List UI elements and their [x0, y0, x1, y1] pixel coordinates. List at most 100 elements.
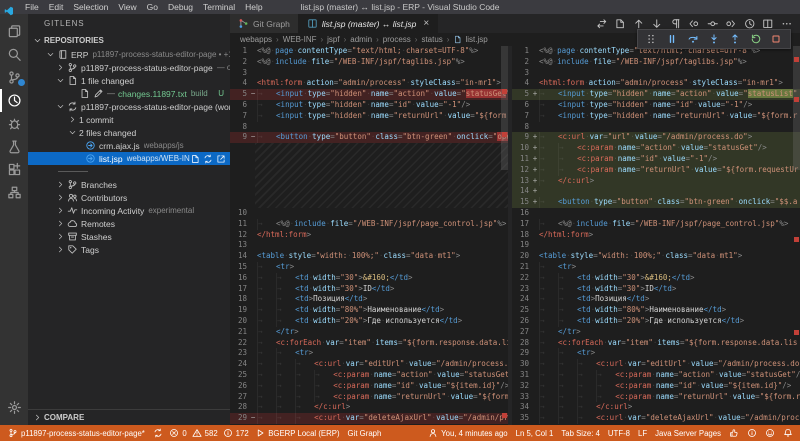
menu-edit[interactable]: Edit: [44, 0, 69, 14]
code-line[interactable]: 5−→<input·type="hidden"·name="action"·va…: [230, 89, 508, 100]
menu-help[interactable]: Help: [240, 0, 267, 14]
debug-step-into-icon[interactable]: [708, 30, 720, 48]
status-infos[interactable]: 172: [220, 425, 251, 441]
status-feedback[interactable]: [761, 425, 779, 441]
code-line[interactable]: 25→→<td·width="80%">Наименование</td>: [512, 305, 800, 316]
line-number[interactable]: 35: [512, 413, 531, 424]
code-line[interactable]: 14+: [512, 186, 800, 197]
section-compare[interactable]: COMPARE: [28, 409, 230, 425]
line-number[interactable]: 34: [512, 402, 531, 413]
line-number[interactable]: 19: [512, 240, 531, 251]
code-line[interactable]: 5+→<input·type="hidden"·name="action"·va…: [512, 89, 800, 100]
code-line[interactable]: 14<table·style="width:·100%;"·class="dat…: [230, 251, 508, 262]
code-line[interactable]: 34→→→</c:url>: [512, 402, 800, 413]
code-line[interactable]: 24→→<td>Позиция</td>: [512, 294, 800, 305]
line-number[interactable]: 8: [512, 122, 531, 133]
code-line[interactable]: 16: [512, 208, 800, 219]
code-line[interactable]: 20→→<td·width="20%">Где·используется</td…: [230, 316, 508, 327]
code-line[interactable]: 27→</tr>: [512, 327, 800, 338]
breadcrumb-file[interactable]: list.jsp: [453, 35, 487, 44]
sidebar-item-incoming-activity[interactable]: Incoming Activityexperimental: [28, 204, 230, 217]
scrollbar-thumb[interactable]: [793, 46, 800, 170]
activity-settings[interactable]: [0, 396, 28, 419]
external-icon[interactable]: [216, 153, 226, 164]
sidebar-item-current-branch[interactable]: p11897-process-status-editor-page— origi…: [28, 61, 230, 74]
line-number[interactable]: 33: [512, 392, 531, 403]
swap-icon[interactable]: [596, 15, 608, 33]
code-line[interactable]: 12+→→<c:param·name="returnUrl"·value="${…: [512, 165, 800, 176]
activity-remote-explorer[interactable]: [0, 181, 28, 204]
status-git-graph[interactable]: Git Graph: [344, 425, 386, 441]
code-line[interactable]: 9+→<c:url·var="url"·value="/admin/proces…: [512, 132, 800, 143]
line-number[interactable]: 26: [512, 316, 531, 327]
debug-grip-icon[interactable]: [645, 30, 657, 48]
line-number[interactable]: 13: [230, 240, 249, 251]
code-line[interactable]: 1<%@·page·contentType="text/html;·charse…: [230, 46, 508, 57]
code-line[interactable]: 10+→→<c:param·name="action"·value="statu…: [512, 143, 800, 154]
status-cursor-position[interactable]: Ln 5, Col 1: [512, 425, 558, 441]
code-line[interactable]: 28→<c:forEach·var="item"·items="${form.r…: [512, 338, 800, 349]
line-number[interactable]: 20: [230, 316, 249, 327]
code-line[interactable]: 6→<input·type="hidden"·name="id"·value="…: [512, 100, 800, 111]
line-number[interactable]: 23: [230, 348, 249, 359]
line-number[interactable]: 30: [512, 359, 531, 370]
line-number[interactable]: 15: [230, 262, 249, 273]
code-line[interactable]: 13: [230, 240, 508, 251]
code-line[interactable]: 15→<tr>: [230, 262, 508, 273]
code-line[interactable]: 7→<input·type="hidden"·name="returnUrl"·…: [512, 111, 800, 122]
code-line[interactable]: 24→→→<c:url·var="editUrl"·value="/admin/…: [230, 359, 508, 370]
tab-git-graph[interactable]: Git Graph: [230, 14, 299, 33]
debug-step-out-icon[interactable]: [729, 30, 741, 48]
status-extension-info[interactable]: [743, 425, 761, 441]
status-errors[interactable]: 0: [167, 425, 189, 441]
code-line[interactable]: 20<table·style="width:·100%;"·class="dat…: [512, 251, 800, 262]
breadcrumb-item[interactable]: status: [421, 35, 442, 44]
line-number[interactable]: 6: [512, 100, 531, 111]
status-branch[interactable]: p11897-process-status-editor-page*: [0, 425, 149, 441]
line-number[interactable]: 22: [512, 273, 531, 284]
code-line[interactable]: 25→→→→<c:param·name="action"·value="stat…: [230, 370, 508, 381]
code-line[interactable]: 8: [230, 122, 508, 133]
line-number[interactable]: 22: [230, 338, 249, 349]
line-number[interactable]: 26: [230, 381, 249, 392]
code-line[interactable]: 29→→<tr>: [512, 348, 800, 359]
breadcrumb-item[interactable]: WEB-INF: [283, 35, 317, 44]
line-number[interactable]: 28: [512, 338, 531, 349]
sidebar-item-file-list-jsp[interactable]: list.jspwebapps/WEB-INF/jspf/admin/pr…: [28, 152, 230, 165]
sidebar-item-file-changes-txt[interactable]: —changes.11897.txtbuildU: [28, 87, 230, 100]
line-number[interactable]: 13: [512, 176, 531, 187]
line-number[interactable]: 24: [230, 359, 249, 370]
code-line[interactable]: 11+→→<c:param·name="id"·value="-1"/>: [512, 154, 800, 165]
menu-selection[interactable]: Selection: [68, 0, 113, 14]
line-number[interactable]: 27: [230, 392, 249, 403]
line-number[interactable]: 9: [512, 132, 531, 143]
menu-file[interactable]: File: [20, 0, 44, 14]
status-indentation[interactable]: Tab Size: 4: [557, 425, 604, 441]
line-number[interactable]: 32: [512, 381, 531, 392]
status-like[interactable]: [725, 425, 743, 441]
line-number[interactable]: 25: [512, 305, 531, 316]
code-line[interactable]: 22→→<td·width="30">&#160;</td>: [512, 273, 800, 284]
line-number[interactable]: 24: [512, 294, 531, 305]
debug-restart-icon[interactable]: [750, 30, 762, 48]
line-number[interactable]: 17: [512, 219, 531, 230]
line-number[interactable]: 29: [230, 413, 249, 424]
sidebar-item-commits-group[interactable]: 1 commit: [28, 113, 230, 126]
code-line[interactable]: 10: [230, 208, 508, 219]
code-line[interactable]: 8: [512, 122, 800, 133]
activity-explorer[interactable]: [0, 20, 28, 43]
activity-gitlens[interactable]: [0, 89, 28, 112]
line-number[interactable]: 12: [512, 165, 531, 176]
line-number[interactable]: 16: [230, 273, 249, 284]
line-number[interactable]: 11: [230, 219, 249, 230]
status-blame[interactable]: You, 4 minutes ago: [424, 425, 511, 441]
code-line[interactable]: 2<%@·include·file="/WEB-INF/jspf/taglibs…: [230, 57, 508, 68]
code-line[interactable]: 19: [512, 240, 800, 251]
sidebar-item-tags[interactable]: Tags: [28, 243, 230, 256]
activity-testing[interactable]: [0, 135, 28, 158]
breadcrumb-item[interactable]: jspf: [327, 35, 339, 44]
code-line[interactable]: 30→→→<c:url·var="editUrl"·value="/admin/…: [512, 359, 800, 370]
status-encoding[interactable]: UTF-8: [604, 425, 634, 441]
line-number[interactable]: 7: [230, 111, 249, 122]
sidebar-item-working-files-group[interactable]: 2 files changed: [28, 126, 230, 139]
